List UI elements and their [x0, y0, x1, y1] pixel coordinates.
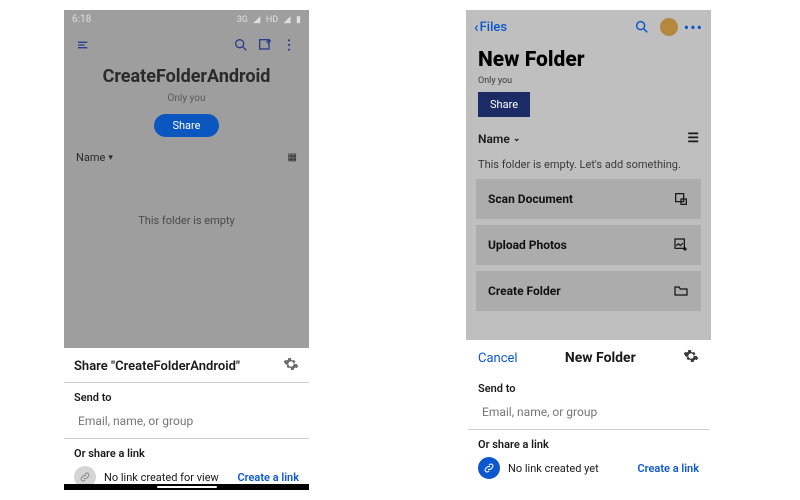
more-icon[interactable]: [277, 33, 301, 57]
dimmed-background: ‹ Files ••• New Folder Only you Share Na…: [466, 10, 711, 340]
send-to-label: Send to: [74, 391, 299, 404]
link-row: No link created yet Create a link: [478, 457, 699, 479]
scan-document-card[interactable]: Scan Document: [476, 179, 701, 219]
divider: [64, 438, 309, 439]
or-share-label: Or share a link: [478, 438, 699, 451]
more-icon[interactable]: •••: [684, 18, 703, 37]
divider: [64, 382, 309, 383]
card-label: Scan Document: [488, 192, 573, 206]
or-share-label: Or share a link: [74, 447, 299, 460]
signal-icon: ◢: [253, 15, 260, 25]
back-label: Files: [480, 20, 507, 35]
share-button[interactable]: Share: [154, 114, 218, 137]
list-view-icon[interactable]: ☰: [687, 131, 699, 146]
status-bar: 6:18 3G ◢ HD ◢ ▮: [64, 10, 309, 28]
cancel-button[interactable]: Cancel: [478, 351, 518, 366]
column-name: Name: [76, 151, 105, 164]
link-status: No link created for view: [104, 471, 237, 484]
recipient-input[interactable]: [478, 395, 699, 429]
only-you-label: Only you: [478, 76, 699, 86]
folder-title: CreateFolderAndroid: [64, 66, 309, 87]
only-you-label: Only you: [64, 93, 309, 104]
network-icon: 3G: [237, 15, 248, 25]
chevron-down-icon: ⌄: [513, 134, 521, 144]
sheet-title: New Folder: [518, 350, 683, 366]
card-label: Create Folder: [488, 284, 561, 298]
recipient-input[interactable]: [74, 404, 299, 438]
ios-phone: ‹ Files ••• New Folder Only you Share Na…: [466, 10, 711, 490]
create-link-button[interactable]: Create a link: [237, 471, 299, 484]
app-topbar: ‹ Files •••: [466, 10, 711, 44]
send-to-label: Send to: [478, 382, 699, 395]
android-nav-bar: [64, 484, 309, 490]
status-time: 6:18: [72, 14, 91, 25]
empty-folder-message: This folder is empty. Let's add somethin…: [478, 158, 699, 171]
settings-gear-icon[interactable]: [283, 356, 299, 376]
menu-icon[interactable]: [72, 33, 96, 57]
app-topbar: [64, 28, 309, 62]
sheet-title: Share "CreateFolderAndroid": [74, 359, 283, 374]
folder-title: New Folder: [478, 48, 699, 72]
folder-icon: [673, 283, 689, 299]
share-sheet: Cancel New Folder Send to Or share a lin…: [466, 340, 711, 490]
search-icon[interactable]: [229, 33, 253, 57]
chevron-down-icon: ▾: [108, 153, 113, 163]
empty-folder-message: This folder is empty: [64, 214, 309, 227]
share-button[interactable]: Share: [478, 92, 530, 117]
link-status: No link created yet: [508, 462, 637, 475]
scan-icon: [673, 191, 689, 207]
upload-photos-card[interactable]: Upload Photos: [476, 225, 701, 265]
divider: [468, 429, 709, 430]
chevron-left-icon: ‹: [474, 18, 479, 36]
signal-icon: ◢: [284, 15, 291, 25]
column-header-row[interactable]: Name ⌄ ☰: [466, 131, 711, 146]
back-button[interactable]: ‹ Files: [474, 18, 507, 36]
settings-gear-icon[interactable]: [683, 348, 699, 368]
column-name: Name: [478, 132, 510, 146]
edit-icon[interactable]: [253, 33, 277, 57]
create-folder-card[interactable]: Create Folder: [476, 271, 701, 311]
status-icons: 3G ◢ HD ◢ ▮: [234, 14, 301, 25]
column-header-row[interactable]: Name ▾ ▦: [64, 151, 309, 164]
battery-icon: ▮: [296, 15, 301, 25]
avatar[interactable]: [660, 18, 678, 36]
android-phone: 6:18 3G ◢ HD ◢ ▮ CreateFolde: [64, 10, 309, 490]
dimmed-background: 6:18 3G ◢ HD ◢ ▮ CreateFolde: [64, 10, 309, 348]
upload-icon: [673, 237, 689, 253]
create-link-button[interactable]: Create a link: [637, 462, 699, 475]
view-toggle-icon[interactable]: ▦: [288, 152, 297, 163]
share-sheet: Share "CreateFolderAndroid" Send to Or s…: [64, 348, 309, 490]
card-label: Upload Photos: [488, 238, 567, 252]
search-icon[interactable]: [630, 15, 654, 39]
hd-icon: HD: [266, 15, 278, 25]
link-icon: [478, 457, 500, 479]
